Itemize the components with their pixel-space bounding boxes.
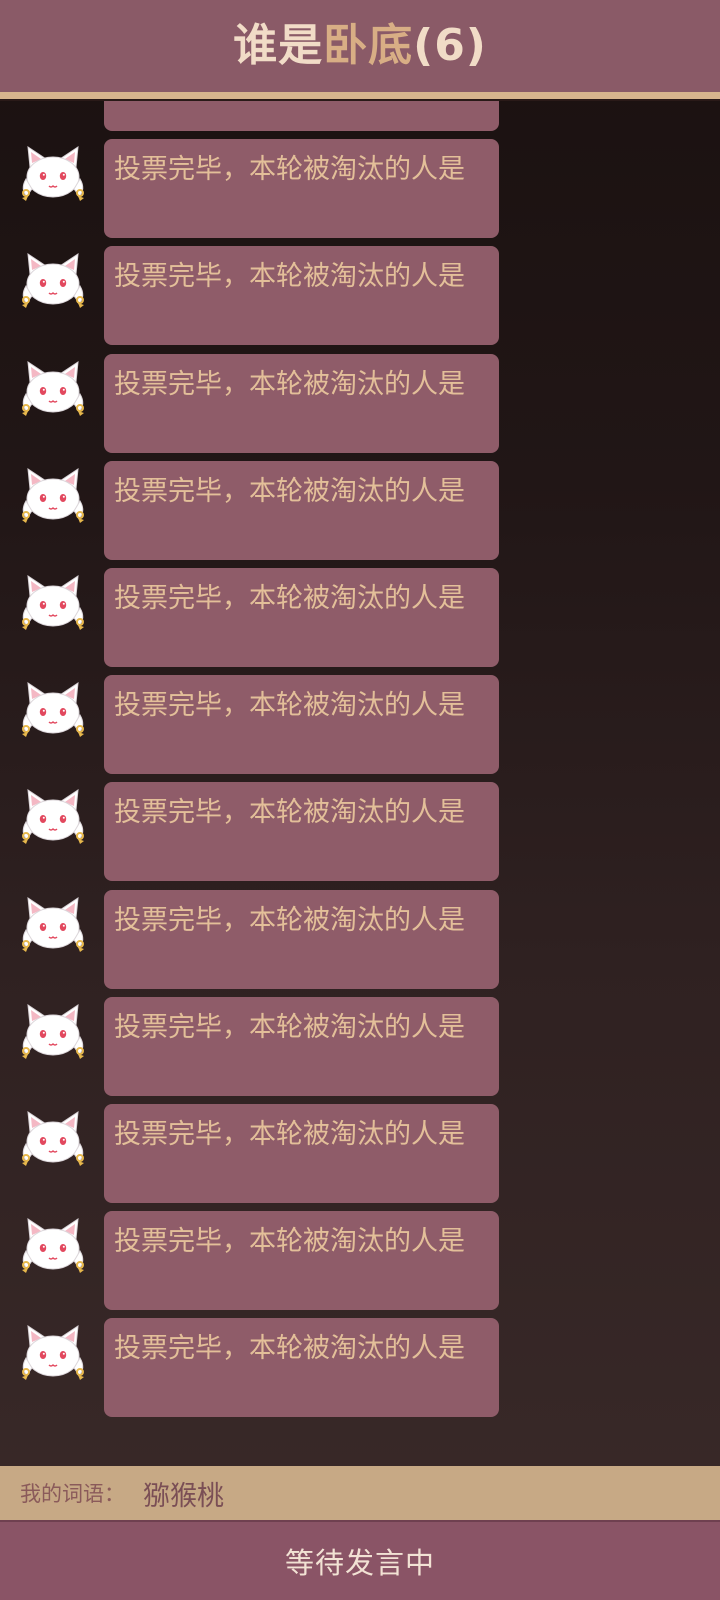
- chat-message: 投票完毕，本轮被淘汰的人是: [0, 782, 720, 882]
- white-cat-avatar-icon[interactable]: [18, 252, 88, 310]
- message-bubble: 投票完毕，本轮被淘汰的人是: [104, 246, 499, 346]
- chat-message: 投票完毕，本轮被淘汰的人是: [0, 1318, 720, 1418]
- chat-message: 投票完毕，本轮被淘汰的人是: [0, 139, 720, 239]
- message-bubble: 投票完毕，本轮被淘汰的人是: [104, 996, 499, 1096]
- white-cat-avatar-icon[interactable]: [18, 896, 88, 954]
- white-cat-avatar-icon[interactable]: [18, 681, 88, 739]
- message-bubble: 投票完毕，本轮被淘汰的人是: [104, 1104, 499, 1203]
- my-word-value: 猕猴桃: [143, 1480, 224, 1512]
- message-bubble: 投票完毕，本轮被淘汰的人是: [104, 1318, 499, 1418]
- chat-message: 投票完毕，本轮被淘汰的人是: [0, 996, 720, 1097]
- chat-message: 投票完毕，本轮被淘汰的人是: [0, 101, 720, 132]
- chat-message: 投票完毕，本轮被淘汰的人是: [0, 460, 720, 561]
- white-cat-avatar-icon[interactable]: [18, 467, 88, 525]
- my-word-bar: 我的词语： 猕猴桃: [0, 1466, 720, 1520]
- message-bubble: 投票完毕，本轮被淘汰的人是: [104, 353, 499, 453]
- message-bubble: 投票完毕，本轮被淘汰的人是: [104, 139, 499, 239]
- my-word-label: 我的词语：: [20, 1482, 125, 1506]
- message-bubble: 投票完毕，本轮被淘汰的人是: [104, 101, 499, 131]
- chat-message: 投票完毕，本轮被淘汰的人是: [0, 889, 720, 990]
- white-cat-avatar-icon[interactable]: [18, 360, 88, 418]
- message-bubble: 投票完毕，本轮被淘汰的人是: [104, 568, 499, 667]
- chat-message: 投票完毕，本轮被淘汰的人是: [0, 353, 720, 454]
- white-cat-avatar-icon[interactable]: [18, 145, 88, 203]
- title-part-1: 谁是: [233, 20, 324, 71]
- header-bar: 谁是卧底(6): [0, 0, 720, 99]
- message-bubble: 投票完毕，本轮被淘汰的人是: [104, 889, 499, 989]
- status-text: 等待发言中: [284, 1546, 435, 1580]
- message-bubble: 投票完毕，本轮被淘汰的人是: [104, 675, 499, 775]
- white-cat-avatar-icon[interactable]: [18, 574, 88, 632]
- game-screen: 谁是卧底(6) 投票完毕，本轮被淘汰的人是 投票完毕，本轮被淘汰的人是 投票完毕…: [0, 0, 720, 1600]
- chat-message: 投票完毕，本轮被淘汰的人是: [0, 675, 720, 775]
- white-cat-avatar-icon[interactable]: [18, 1110, 88, 1168]
- page-title: 谁是卧底(6): [233, 24, 487, 68]
- white-cat-avatar-icon[interactable]: [18, 1217, 88, 1275]
- white-cat-avatar-icon[interactable]: [18, 1324, 88, 1382]
- message-bubble: 投票完毕，本轮被淘汰的人是: [104, 1211, 499, 1311]
- chat-message: 投票完毕，本轮被淘汰的人是: [0, 246, 720, 346]
- status-bar[interactable]: 等待发言中: [0, 1520, 720, 1600]
- chat-message: 投票完毕，本轮被淘汰的人是: [0, 1211, 720, 1311]
- white-cat-avatar-icon[interactable]: [18, 1003, 88, 1061]
- title-part-2: 卧底: [323, 20, 414, 71]
- message-bubble: 投票完毕，本轮被淘汰的人是: [104, 782, 499, 882]
- message-bubble: 投票完毕，本轮被淘汰的人是: [104, 460, 499, 560]
- chat-list[interactable]: 投票完毕，本轮被淘汰的人是 投票完毕，本轮被淘汰的人是 投票完毕，本轮被淘汰的人…: [0, 101, 720, 1466]
- white-cat-avatar-icon[interactable]: [18, 788, 88, 846]
- chat-message: 投票完毕，本轮被淘汰的人是: [0, 568, 720, 668]
- player-count: (6): [413, 20, 487, 71]
- chat-message: 投票完毕，本轮被淘汰的人是: [0, 1104, 720, 1204]
